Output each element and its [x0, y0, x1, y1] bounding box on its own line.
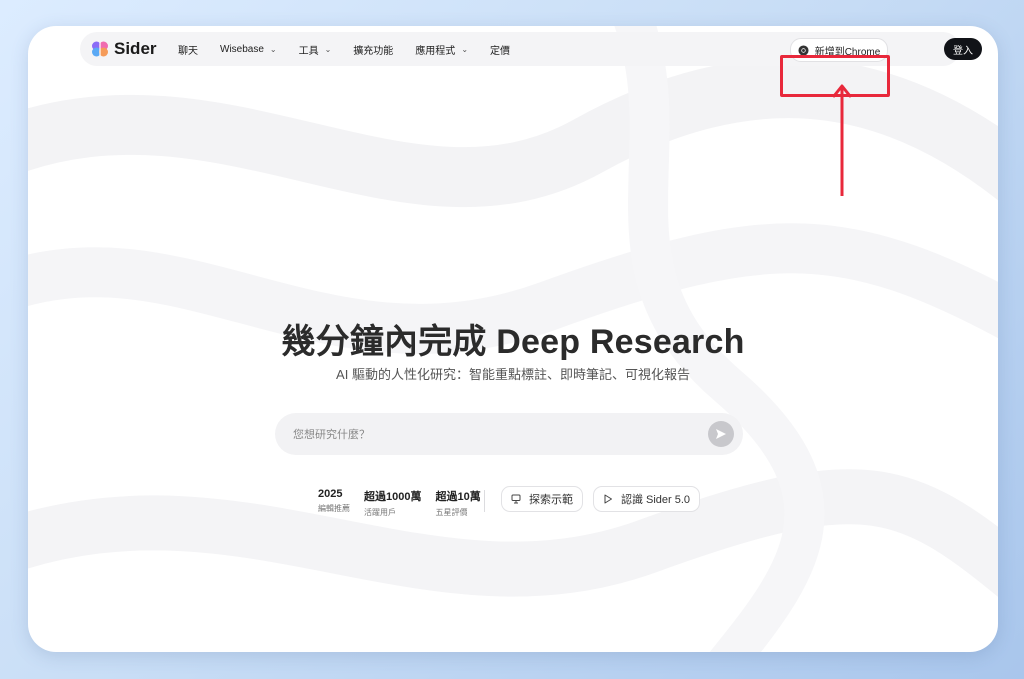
stats-divider	[484, 490, 485, 512]
brand-name: Sider	[114, 39, 157, 59]
nav-item-label: 聊天	[178, 42, 198, 57]
hero-title: 幾分鐘內完成 Deep Research	[28, 314, 998, 363]
stat-label: 活躍用戶	[364, 507, 421, 518]
login-button[interactable]: 登入	[944, 38, 982, 60]
stat-item: 超過10萬 五星評價	[435, 488, 480, 518]
nav-menu: 聊天 Wisebase ⌄ 工具 ⌄ 擴充功能 應用程式 ⌄ 定價	[178, 32, 532, 66]
learn-sider-label: 認識 Sider 5.0	[621, 491, 690, 507]
monitor-icon	[511, 494, 521, 504]
nav-item-extensions[interactable]: 擴充功能	[353, 42, 393, 57]
chrome-icon	[798, 45, 809, 56]
stat-item: 2025 編輯推薦	[318, 488, 350, 518]
research-search-box	[275, 413, 743, 455]
stats-row: 2025 編輯推薦 超過1000萬 活躍用戶 超過10萬 五星評價	[318, 488, 495, 518]
nav-item-chat[interactable]: 聊天	[178, 42, 198, 57]
play-icon	[603, 494, 613, 504]
chevron-down-icon: ⌄	[461, 45, 468, 54]
send-button[interactable]	[708, 421, 734, 447]
nav-item-label: 應用程式	[415, 42, 455, 57]
brand-logo[interactable]: Sider	[90, 39, 157, 59]
chevron-down-icon: ⌄	[270, 45, 277, 54]
nav-item-label: 工具	[299, 42, 319, 57]
nav-item-tools[interactable]: 工具 ⌄	[299, 42, 332, 57]
nav-item-apps[interactable]: 應用程式 ⌄	[415, 42, 468, 57]
chevron-down-icon: ⌄	[325, 45, 332, 54]
stat-label: 五星評價	[435, 507, 480, 518]
hero-subtitle: AI 驅動的人性化研究：智能重點標註、即時筆記、可視化報告	[28, 364, 998, 383]
nav-item-label: 擴充功能	[353, 42, 393, 57]
stat-item: 超過1000萬 活躍用戶	[364, 488, 421, 518]
sider-logo-icon	[90, 39, 110, 59]
browser-page: Sider 聊天 Wisebase ⌄ 工具 ⌄ 擴充功能 應用程式 ⌄ 定價	[28, 26, 998, 652]
stat-value: 超過10萬	[435, 488, 480, 504]
nav-item-wisebase[interactable]: Wisebase ⌄	[220, 44, 277, 55]
stat-label: 編輯推薦	[318, 503, 350, 514]
nav-item-label: Wisebase	[220, 44, 264, 55]
send-icon	[715, 428, 727, 440]
stat-value: 2025	[318, 488, 350, 500]
explore-demo-button[interactable]: 探索示範	[501, 486, 583, 512]
learn-sider-button[interactable]: 認識 Sider 5.0	[593, 486, 700, 512]
stat-value: 超過1000萬	[364, 488, 421, 504]
nav-item-label: 定價	[490, 42, 510, 57]
search-input[interactable]	[291, 413, 695, 457]
nav-item-pricing[interactable]: 定價	[490, 42, 510, 57]
annotation-arrow-icon	[832, 82, 852, 196]
explore-demo-label: 探索示範	[529, 491, 573, 507]
